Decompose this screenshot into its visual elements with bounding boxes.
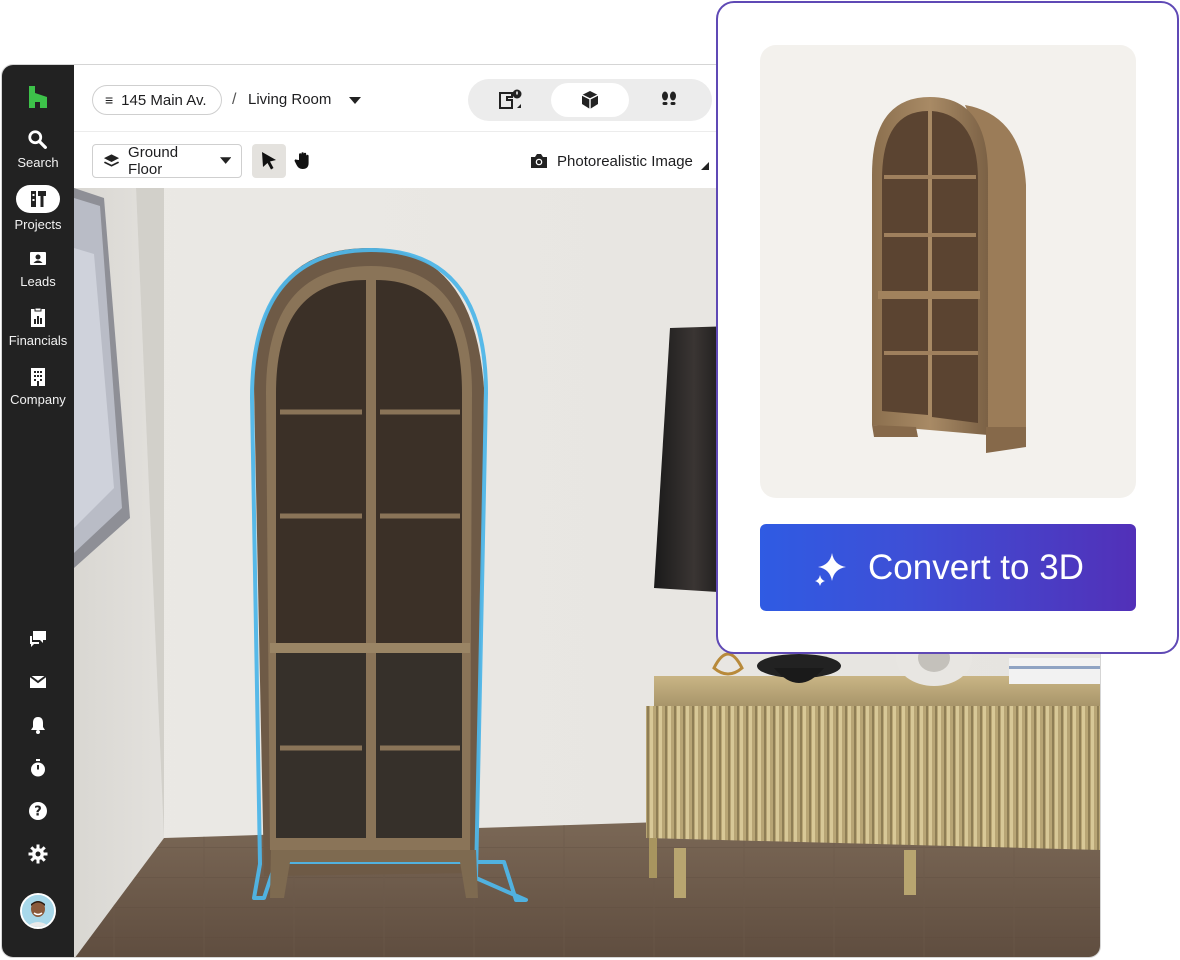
houzz-logo-icon[interactable] [26, 85, 50, 109]
convert-to-3d-button[interactable]: Convert to 3D [760, 524, 1136, 611]
settings-icon[interactable] [27, 843, 49, 865]
select-tool-button[interactable] [252, 144, 286, 178]
sidebar-item-label: Leads [20, 274, 56, 289]
invoice-icon [31, 307, 45, 327]
product-preview-image [760, 45, 1136, 498]
sidebar: Search Projects Leads Financials Company… [2, 65, 74, 957]
chat-icon[interactable] [27, 628, 49, 650]
help-icon[interactable]: ? [27, 800, 49, 822]
layers-icon [103, 154, 120, 167]
breadcrumb-separator: / [232, 91, 237, 108]
sidebar-item-company[interactable]: Company [2, 366, 74, 407]
sidebar-item-label: Search [17, 155, 59, 170]
convert-card: Convert to 3D [716, 1, 1179, 654]
pointer-arrow-icon [262, 152, 276, 170]
project-name: 145 Main Av. [121, 91, 207, 109]
avatar[interactable] [20, 893, 56, 929]
floor-dropdown[interactable]: Ground Floor [92, 144, 242, 178]
photorealistic-image-label: Photorealistic Image [557, 152, 693, 170]
sidebar-item-leads[interactable]: Leads [2, 248, 74, 289]
active-indicator [16, 185, 60, 213]
view-mode-toggle [468, 79, 712, 121]
user-avatar-icon [22, 895, 54, 927]
svg-text:?: ? [34, 805, 42, 820]
project-selector[interactable]: ≡ 145 Main Av. [92, 85, 222, 115]
timer-icon[interactable] [27, 757, 49, 779]
sparkle-icon [815, 552, 847, 586]
sidebar-item-label: Financials [8, 333, 68, 348]
sidebar-item-search[interactable]: Search [2, 129, 74, 170]
chevron-down-icon[interactable] [349, 97, 361, 104]
sidebar-item-financials[interactable]: Financials [2, 307, 74, 348]
inbox-icon[interactable] [27, 671, 49, 693]
view-3d-button[interactable] [550, 83, 630, 117]
chevron-down-icon [219, 157, 231, 164]
menu-icon: ≡ [105, 92, 114, 108]
search-icon [28, 130, 47, 149]
sidebar-item-projects[interactable]: Projects [2, 185, 74, 232]
convert-to-3d-label: Convert to 3D [868, 547, 1084, 587]
3d-box-icon [581, 91, 599, 109]
bell-icon[interactable] [27, 714, 49, 736]
hammer-icon [31, 191, 46, 207]
sidebar-item-label: Company [10, 392, 66, 407]
view-walkthrough-button[interactable] [629, 83, 708, 117]
photorealistic-image-button[interactable]: Photorealistic Image [529, 152, 709, 170]
contact-card-icon [30, 252, 46, 265]
camera-icon [531, 154, 547, 168]
sidebar-item-label: Projects [14, 217, 62, 232]
building-icon [31, 368, 45, 386]
corner-caret-icon [700, 162, 709, 170]
floor-name: Ground Floor [128, 144, 179, 178]
pan-tool-button[interactable] [286, 144, 320, 178]
floorplan-icon [499, 89, 522, 109]
cabinet-product-image [872, 97, 1026, 453]
walkthrough-icon [661, 91, 676, 105]
view-floorplan-button[interactable] [472, 83, 551, 117]
hand-icon [294, 152, 309, 169]
room-name[interactable]: Living Room [248, 91, 331, 108]
